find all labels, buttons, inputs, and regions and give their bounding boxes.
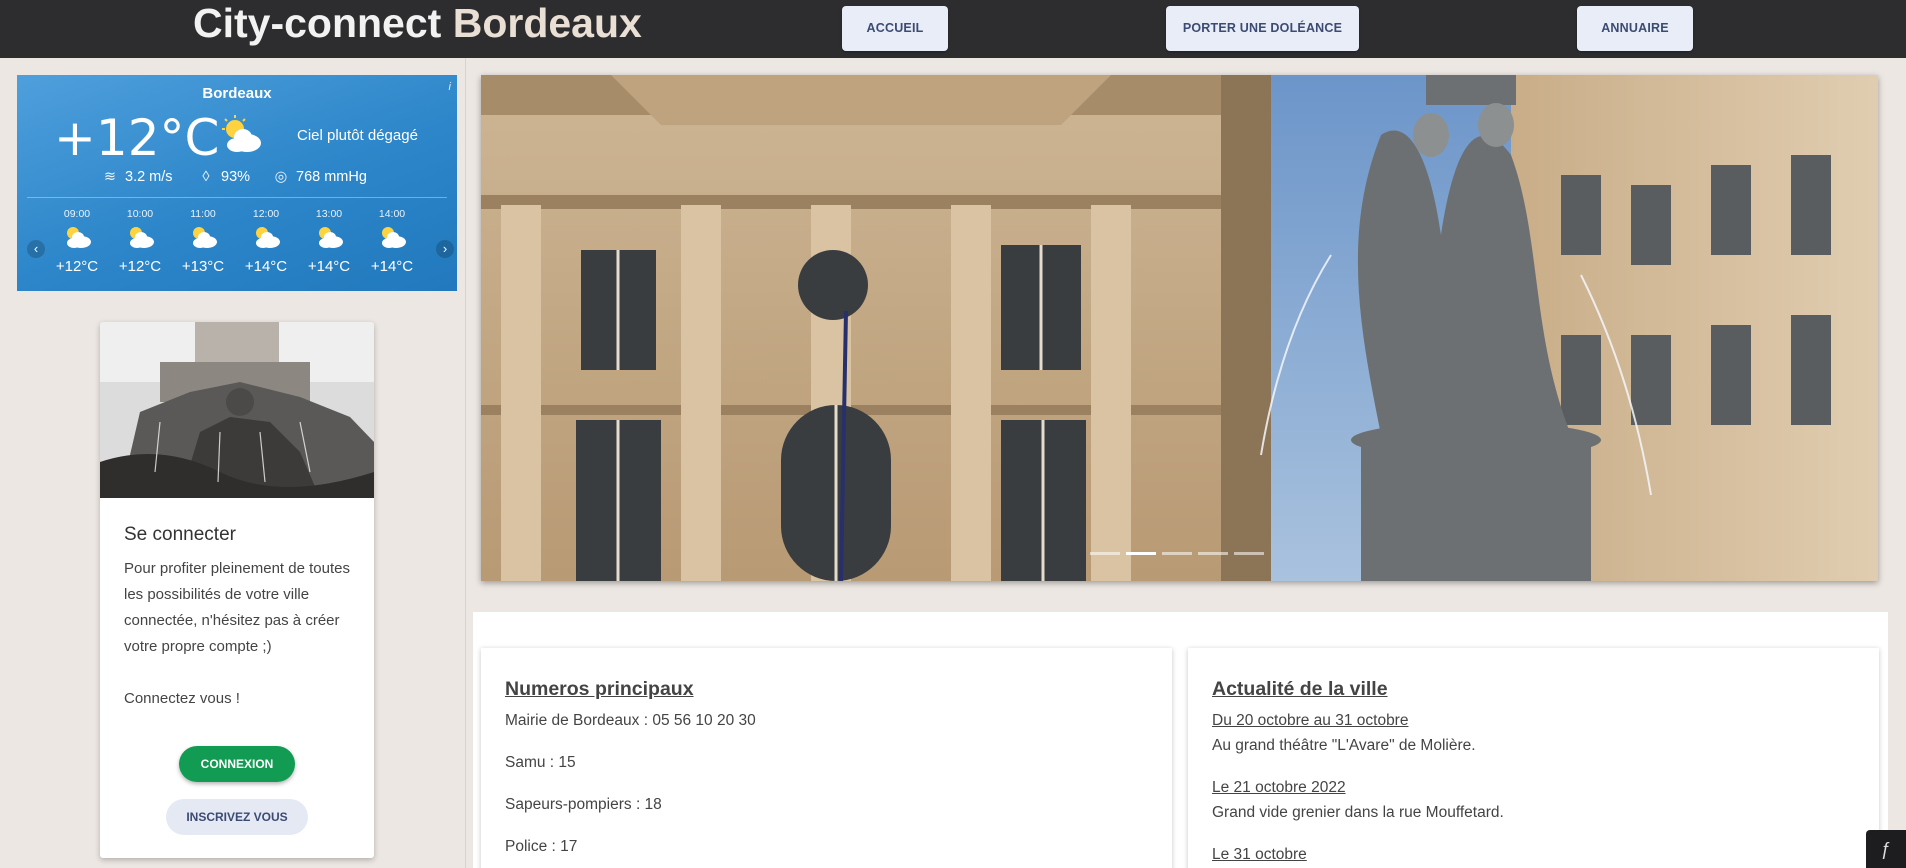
hourly-item: 10:00 +12°C [113,208,167,275]
hour-temp: +14°C [370,258,414,275]
news-card: Actualité de la ville Du 20 octobre au 3… [1188,648,1879,868]
carousel-indicators [1090,552,1264,555]
hourly-item: 13:00 +14°C [302,208,356,275]
hour-time: 11:00 [190,208,216,220]
partly-cloudy-icon [113,220,167,254]
partly-cloudy-icon [239,220,293,254]
next-hour-arrow-icon[interactable]: › [436,240,454,258]
content-panel: Numeros principaux Mairie de Bordeaux : … [473,612,1888,868]
login-card: Se connecter Pour profiter pleinement de… [100,322,374,858]
weather-humidity: ◊ 93% [199,169,250,185]
info-icon[interactable]: i [449,81,451,93]
brand-city: Bordeaux [452,0,642,46]
image-carousel[interactable] [481,75,1878,581]
partly-cloudy-icon [50,220,104,254]
carousel-indicator[interactable] [1090,552,1120,555]
hour-time: 13:00 [315,208,343,220]
number-item: Police : 17 [505,838,578,855]
hour-temp: +13°C [181,258,225,275]
weather-wind: ≋ 3.2 m/s [103,169,173,185]
pressure-value: 768 mmHg [296,169,367,185]
carousel-slide-image [481,75,1878,581]
nav-doleance-button[interactable]: PORTER UNE DOLÉANCE [1166,6,1359,51]
humidity-value: 93% [221,169,251,185]
hour-time: 12:00 [252,208,280,220]
weather-pressure: ◎ 768 mmHg [274,169,367,185]
numbers-card: Numeros principaux Mairie de Bordeaux : … [481,648,1172,868]
hour-time: 14:00 [378,208,406,220]
hour-temp: +14°C [307,258,351,275]
weather-widget: Bordeaux i +12°C Ciel plutôt dégagé ≋ 3.2… [17,75,457,291]
nav-annuaire-button[interactable]: ANNUAIRE [1577,6,1693,51]
hour-temp: +14°C [244,258,288,275]
weather-divider [27,197,447,198]
weather-hourly-forecast: ‹ 09:00 +12°C 10:00 +12°C 11:00 +13°C 12… [17,208,457,288]
hourly-item: 14:00 +14°C [365,208,419,275]
login-cta-text: Connectez vous ! [124,690,240,707]
column-divider [465,58,466,868]
nav-accueil-button[interactable]: ACCUEIL [842,6,948,51]
partly-cloudy-icon [176,220,230,254]
carousel-indicator[interactable] [1162,552,1192,555]
carousel-indicator[interactable] [1234,552,1264,555]
fountain-image [100,322,374,498]
hourly-item: 11:00 +13°C [176,208,230,275]
news-date[interactable]: Le 31 octobre [1212,846,1307,864]
number-item: Samu : 15 [505,754,576,771]
droplet-icon: ◊ [202,169,210,185]
wind-icon: ≋ [103,169,117,185]
carousel-indicator[interactable] [1198,552,1228,555]
top-navbar: City-connect Bordeaux ACCUEIL PORTER UNE… [0,0,1906,58]
hour-time: 09:00 [63,208,91,220]
hour-temp: +12°C [118,258,162,275]
news-title: Actualité de la ville [1212,678,1388,700]
numbers-title: Numeros principaux [505,678,694,700]
hour-time: 10:00 [126,208,154,220]
news-date[interactable]: Du 20 octobre au 31 octobre [1212,712,1408,730]
weather-city: Bordeaux [202,85,272,102]
login-title: Se connecter [124,524,236,545]
partly-cloudy-icon [365,220,419,254]
number-item: Sapeurs-pompiers : 18 [505,796,662,813]
number-item: Mairie de Bordeaux : 05 56 10 20 30 [505,712,756,729]
site-brand[interactable]: City-connect Bordeaux [193,0,642,46]
news-description: Grand vide grenier dans la rue Mouffetar… [1212,804,1504,821]
weather-description: Ciel plutôt dégagé [297,127,418,144]
hour-temp: +12°C [55,258,99,275]
login-description: Pour profiter pleinement de toutes les p… [124,560,350,655]
partly-cloudy-icon [302,220,356,254]
hourly-item: 09:00 +12°C [50,208,104,275]
news-date[interactable]: Le 21 octobre 2022 [1212,779,1346,797]
hourly-item: 12:00 +14°C [239,208,293,275]
symfony-debug-icon[interactable]: ƒ [1866,830,1906,868]
gauge-icon: ◎ [274,169,288,185]
partly-cloudy-icon [217,115,265,160]
signup-button[interactable]: INSCRIVEZ VOUS [166,799,308,835]
wind-value: 3.2 m/s [125,169,173,185]
prev-hour-arrow-icon[interactable]: ‹ [27,240,45,258]
news-description: Au grand théâtre "L'Avare" de Molière. [1212,737,1476,754]
carousel-indicator-active[interactable] [1126,552,1156,555]
weather-current-temp: +12°C [54,109,220,167]
connexion-button[interactable]: CONNEXION [179,746,295,782]
brand-name: City-connect [193,0,442,46]
